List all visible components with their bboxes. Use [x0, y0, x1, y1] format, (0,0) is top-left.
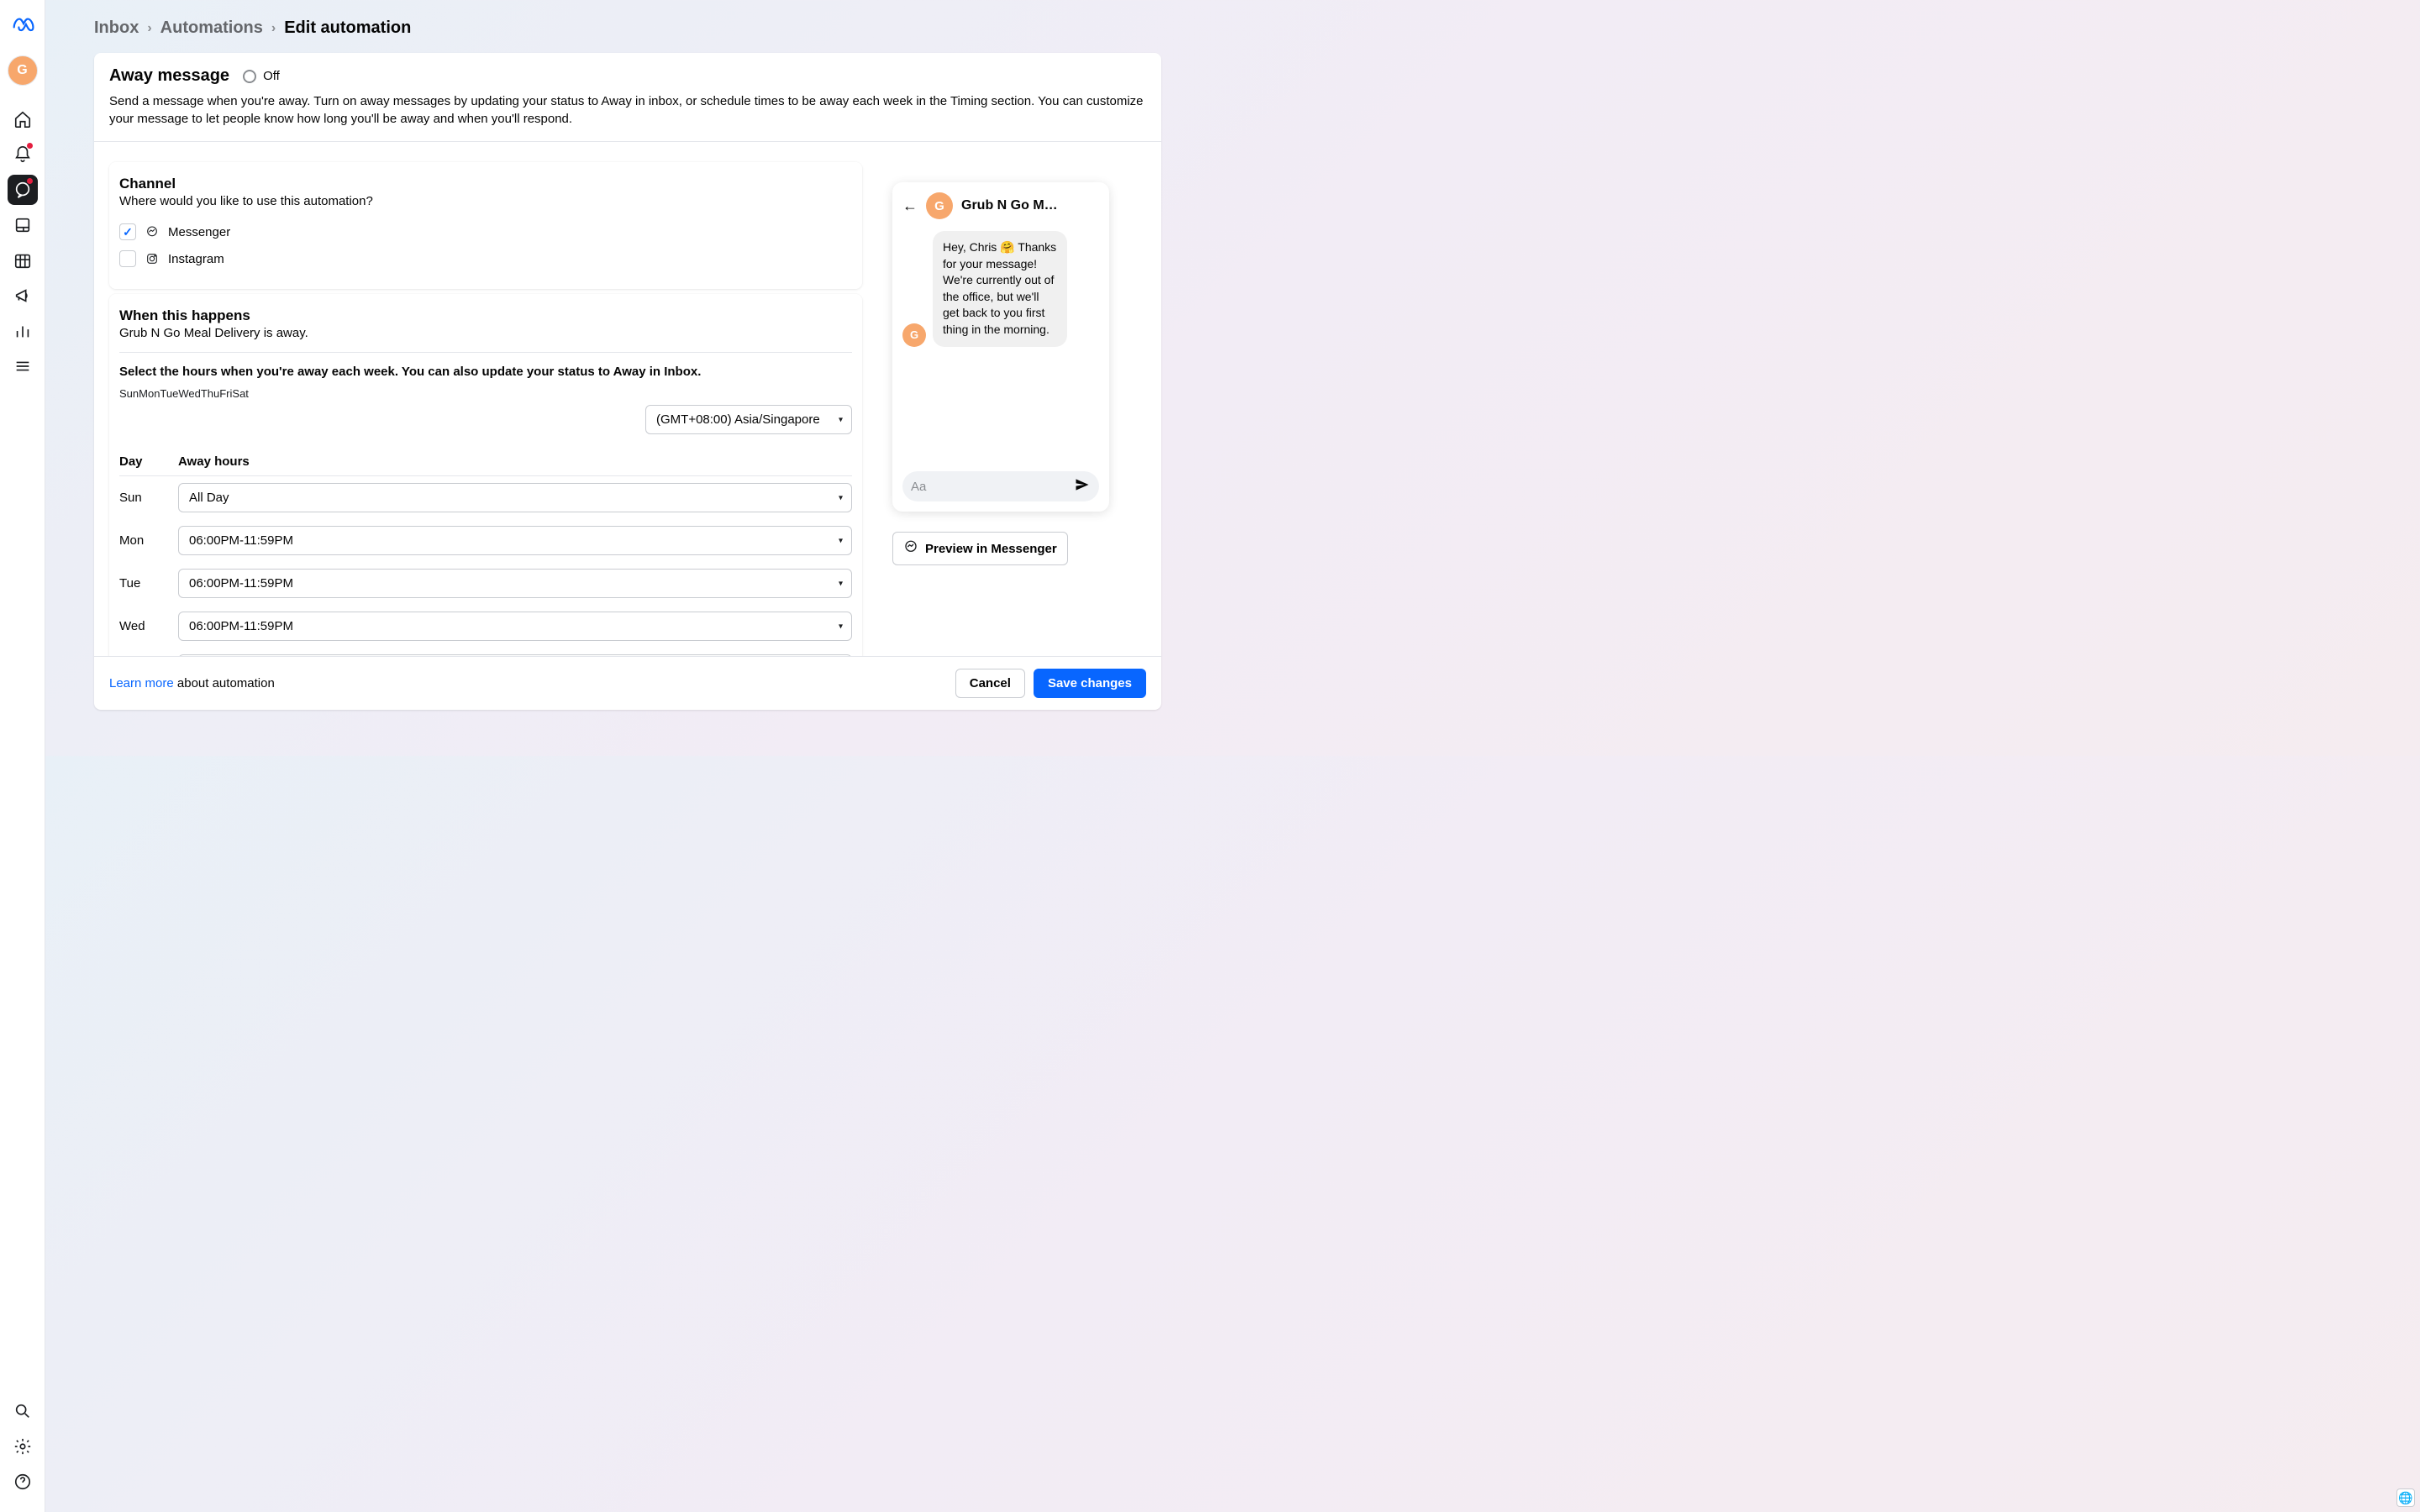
card-footer: Learn more about automation Cancel Save … [94, 656, 1161, 710]
settings-icon[interactable] [8, 1431, 38, 1462]
inbox-notification-dot [27, 178, 33, 184]
col-header-day: Day [119, 454, 178, 469]
preview-in-messenger-button[interactable]: Preview in Messenger [892, 532, 1068, 565]
channel-section: Channel Where would you like to use this… [109, 162, 862, 289]
notifications-icon[interactable] [8, 139, 38, 170]
preview-input[interactable]: Aa [902, 471, 1099, 501]
away-hours-value: 06:00PM-11:59PM [189, 533, 293, 548]
preview-button-label: Preview in Messenger [925, 542, 1057, 556]
globe-icon[interactable]: 🌐 [2396, 1488, 2415, 1507]
notification-dot [27, 143, 33, 149]
search-icon[interactable] [8, 1396, 38, 1426]
trigger-title: When this happens [119, 307, 852, 324]
page-title: Away message [109, 66, 229, 86]
help-icon[interactable] [8, 1467, 38, 1497]
channel-subtitle: Where would you like to use this automat… [119, 194, 852, 208]
schedule-row: Tue 06:00PM-11:59PM ▾ [119, 562, 852, 605]
breadcrumb-automations[interactable]: Automations [160, 18, 263, 38]
bubble-avatar: G [902, 323, 926, 347]
channel-label: Instagram [168, 252, 224, 266]
away-hours-select[interactable]: 06:00PM-11:59PM ▾ [178, 569, 852, 598]
chevron-right-icon: › [147, 21, 151, 36]
channel-option-messenger[interactable]: Messenger [119, 218, 852, 245]
back-arrow-icon[interactable]: ← [902, 197, 918, 215]
away-toggle[interactable]: Off [243, 69, 280, 83]
learn-more-link[interactable]: Learn more [109, 676, 174, 690]
insights-icon[interactable] [8, 316, 38, 346]
meta-logo[interactable] [8, 10, 38, 40]
away-hours-select[interactable]: 06:00PM-11:59PM ▾ [178, 654, 852, 656]
home-icon[interactable] [8, 104, 38, 134]
page-description: Send a message when you're away. Turn on… [109, 92, 1146, 128]
instagram-icon [145, 251, 160, 266]
chevron-down-icon: ▾ [839, 579, 843, 588]
chevron-down-icon: ▾ [839, 493, 843, 502]
chevron-down-icon: ▾ [839, 622, 843, 631]
chevron-down-icon: ▾ [839, 415, 843, 424]
main-card: Away message Off Send a message when you… [94, 53, 1161, 710]
inbox-icon[interactable] [8, 175, 38, 205]
day-label: Tue [119, 576, 178, 591]
days-inline: SunMonTueWedThuFriSat [119, 387, 249, 400]
away-hours-value: 06:00PM-11:59PM [189, 576, 293, 591]
checkbox-instagram[interactable] [119, 250, 136, 267]
sidebar: G [0, 0, 45, 1512]
away-hours-value: All Day [189, 491, 229, 505]
away-hours-select[interactable]: All Day ▾ [178, 483, 852, 512]
radio-off-icon [243, 70, 256, 83]
preview-avatar: G [926, 192, 953, 219]
channel-option-instagram[interactable]: Instagram [119, 245, 852, 272]
schedule-row: Mon 06:00PM-11:59PM ▾ [119, 519, 852, 562]
save-button[interactable]: Save changes [1034, 669, 1146, 698]
trigger-section: When this happens Grub N Go Meal Deliver… [109, 294, 862, 656]
chevron-down-icon: ▾ [839, 536, 843, 545]
learn-more-suffix: about automation [174, 676, 275, 690]
send-icon[interactable] [1074, 476, 1091, 496]
preview-card: ← G Grub N Go M… G Hey, Chris 🤗 Thanks f… [892, 182, 1109, 512]
channel-title: Channel [119, 176, 852, 192]
day-label: Mon [119, 533, 178, 548]
checkbox-messenger[interactable] [119, 223, 136, 240]
breadcrumb-inbox[interactable]: Inbox [94, 18, 139, 38]
timezone-select[interactable]: (GMT+08:00) Asia/Singapore ▾ [645, 405, 852, 434]
menu-icon[interactable] [8, 351, 38, 381]
breadcrumb: Inbox › Automations › Edit automation [94, 0, 1161, 53]
schedule-row: Wed 06:00PM-11:59PM ▾ [119, 605, 852, 648]
away-hours-select[interactable]: 06:00PM-11:59PM ▾ [178, 612, 852, 641]
away-hours-select[interactable]: 06:00PM-11:59PM ▾ [178, 526, 852, 555]
messenger-icon [145, 224, 160, 239]
schedule-row: Thu 06:00PM-11:59PM ▾ [119, 648, 852, 656]
schedule-row: Sun All Day ▾ [119, 476, 852, 519]
content-icon[interactable] [8, 210, 38, 240]
messenger-icon [903, 539, 918, 558]
day-label: Wed [119, 619, 178, 633]
col-header-hours: Away hours [178, 454, 852, 469]
timezone-value: (GMT+08:00) Asia/Singapore [656, 412, 820, 427]
preview-input-placeholder: Aa [911, 480, 1065, 494]
profile-avatar[interactable]: G [8, 55, 38, 86]
ads-icon[interactable] [8, 281, 38, 311]
toggle-label: Off [263, 69, 280, 83]
breadcrumb-current: Edit automation [284, 18, 411, 38]
trigger-subtitle: Grub N Go Meal Delivery is away. [119, 326, 852, 340]
chevron-right-icon: › [271, 21, 276, 36]
message-bubble: Hey, Chris 🤗 Thanks for your message! We… [933, 231, 1067, 347]
cancel-button[interactable]: Cancel [955, 669, 1025, 698]
planner-icon[interactable] [8, 245, 38, 276]
day-label: Sun [119, 491, 178, 505]
away-hours-value: 06:00PM-11:59PM [189, 619, 293, 633]
schedule-instruction: Select the hours when you're away each w… [119, 365, 852, 379]
preview-page-name: Grub N Go M… [961, 198, 1058, 213]
channel-label: Messenger [168, 225, 230, 239]
